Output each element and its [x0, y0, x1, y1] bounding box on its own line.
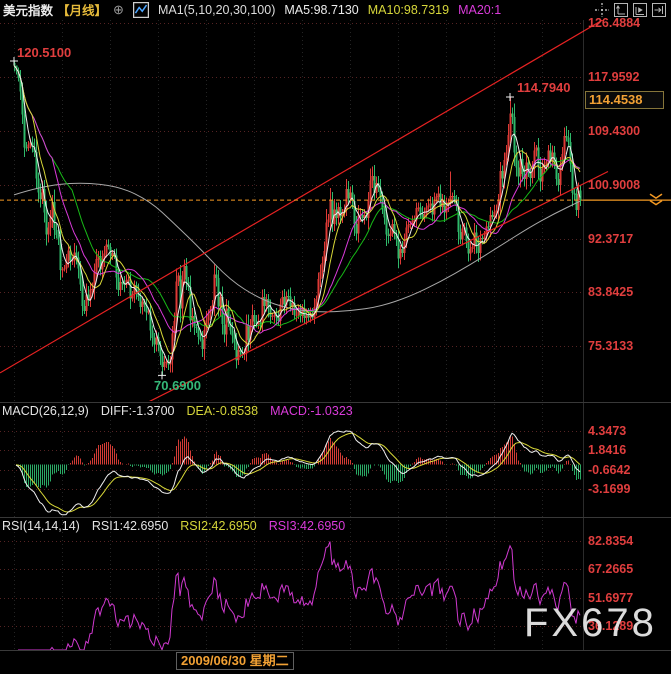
chart-toolbar [594, 2, 667, 18]
rsi3-value: RSI3:42.6950 [269, 519, 345, 533]
rsi2-value: RSI2:42.6950 [180, 519, 256, 533]
ma10-value: MA10:98.7319 [368, 3, 449, 17]
chart-header: 美元指数 【月线】 ⊕ MA1(5,10,20,30,100) MA5:98.7… [0, 0, 671, 19]
macd-panel-header: MACD(26,12,9) DIFF:-1.3700 DEA:-0.8538 M… [2, 404, 353, 418]
macd-diff-value: DIFF:-1.3700 [101, 404, 175, 418]
chart-type-icon[interactable] [133, 2, 149, 18]
crosshair-icon[interactable] [594, 2, 610, 18]
boxed-price-label: 114.4538 [585, 91, 664, 109]
chart-window: 2002200420062008201020122014201620182020… [0, 0, 671, 674]
fx678-watermark: FX678 [524, 601, 657, 646]
rsi-panel-header: RSI(14,14,14) RSI1:42.6950 RSI2:42.6950 … [2, 519, 345, 533]
crosshair-date-label: 2009/06/30 星期二 [176, 652, 294, 670]
symbol-name: 美元指数 [3, 0, 53, 19]
rsi-title: RSI(14,14,14) [2, 519, 80, 533]
annotation-first-high: 120.5100 [17, 45, 71, 60]
period-label: 【月线】 [57, 0, 107, 19]
macd-macd-value: MACD:-1.0323 [270, 404, 353, 418]
add-indicator-icon[interactable]: ⊕ [113, 2, 124, 18]
ma-settings-label: MA1(5,10,20,30,100) [158, 3, 275, 17]
rsi1-value: RSI1:42.6950 [92, 519, 168, 533]
jump-to-latest-icon[interactable] [651, 2, 667, 18]
annotation-major-low: 70.6900 [154, 378, 201, 393]
auto-play-icon[interactable] [632, 2, 648, 18]
chart-canvas[interactable] [0, 0, 671, 674]
pane-divider-macd-rsi [0, 517, 671, 518]
scale-reset-icon[interactable] [613, 2, 629, 18]
pane-divider-price-macd [0, 402, 671, 403]
plot-right-border [583, 20, 584, 650]
annotation-2022-high: 114.7940 [517, 80, 571, 95]
time-axis-strip [0, 650, 671, 674]
macd-title: MACD(26,12,9) [2, 404, 89, 418]
ma5-value: MA5:98.7130 [284, 3, 358, 17]
ma20-value: MA20:1 [458, 3, 501, 17]
macd-dea-value: DEA:-0.8538 [186, 404, 258, 418]
